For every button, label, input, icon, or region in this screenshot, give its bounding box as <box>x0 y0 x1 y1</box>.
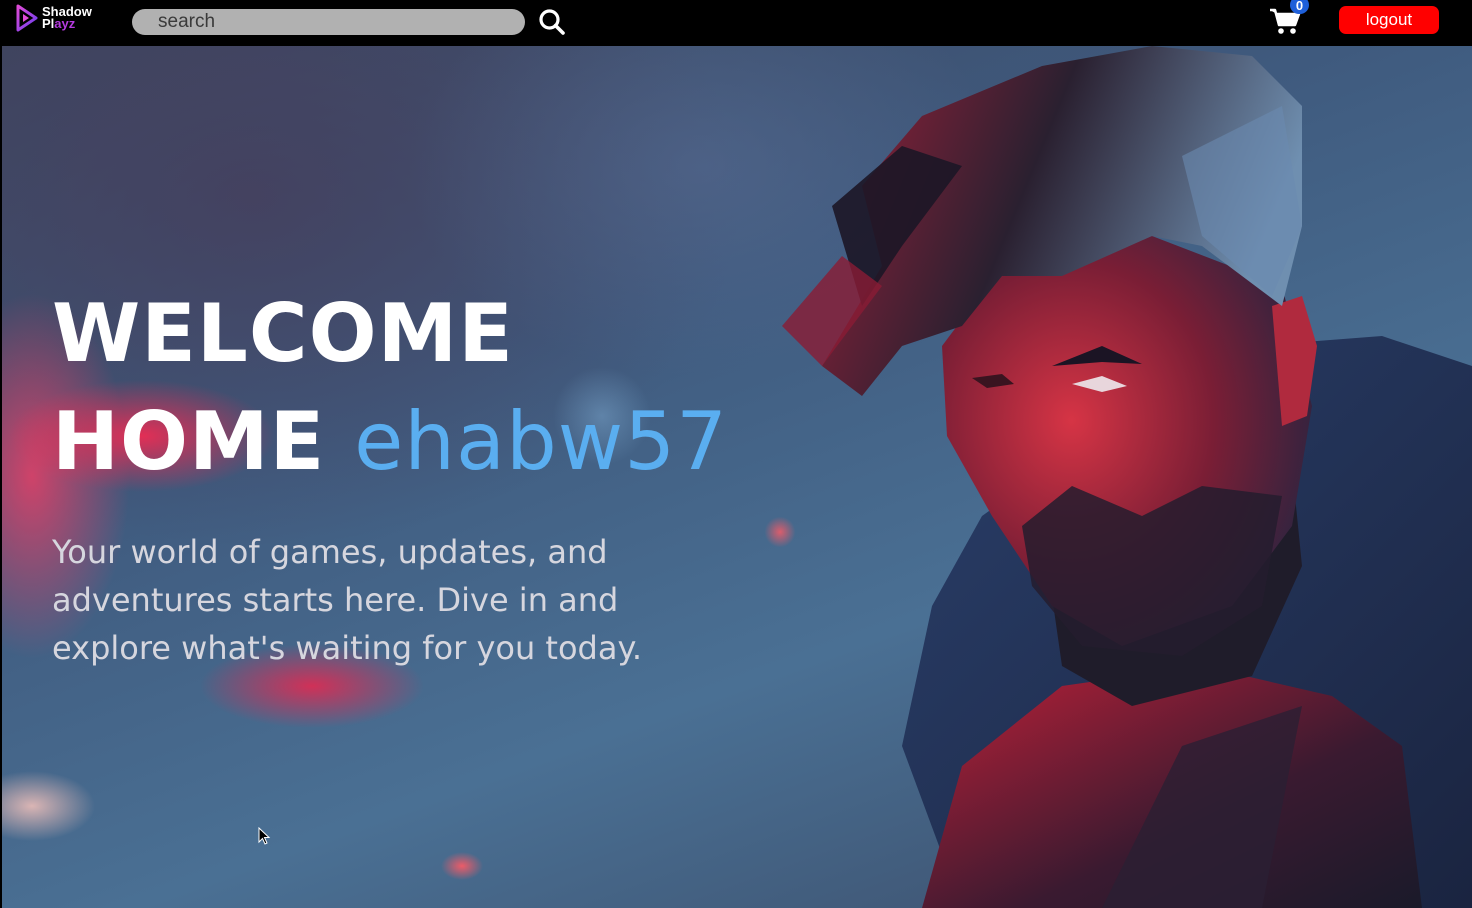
hero-banner: WELCOME HOME ehabw57 Your world of games… <box>2 46 1472 908</box>
shadow-playz-logo[interactable]: Shadow Playz <box>14 2 104 34</box>
hero-tagline: Your world of games, updates, and advent… <box>52 533 643 667</box>
logo-line2: Playz <box>42 16 92 31</box>
logo-text: Shadow Playz <box>42 5 92 31</box>
mouse-cursor-icon <box>258 827 271 845</box>
logo-line2-start: Pl <box>42 16 55 31</box>
cart-count-badge: 0 <box>1290 0 1309 14</box>
welcome-headline: WELCOME HOME ehabw57 <box>52 280 772 496</box>
top-navbar: Shadow Playz 0 logout <box>0 0 1472 46</box>
logo-line2-accent: ayz <box>54 16 76 31</box>
headline-line1: WELCOME <box>52 287 514 380</box>
search-input[interactable] <box>132 9 525 35</box>
headline-line2: HOME <box>52 395 326 488</box>
logout-button[interactable]: logout <box>1339 6 1439 34</box>
hero-text-block: WELCOME HOME ehabw57 Your world of games… <box>52 280 772 672</box>
play-logo-icon <box>16 4 38 32</box>
search-icon[interactable] <box>538 8 566 36</box>
username-label: ehabw57 <box>354 395 729 488</box>
